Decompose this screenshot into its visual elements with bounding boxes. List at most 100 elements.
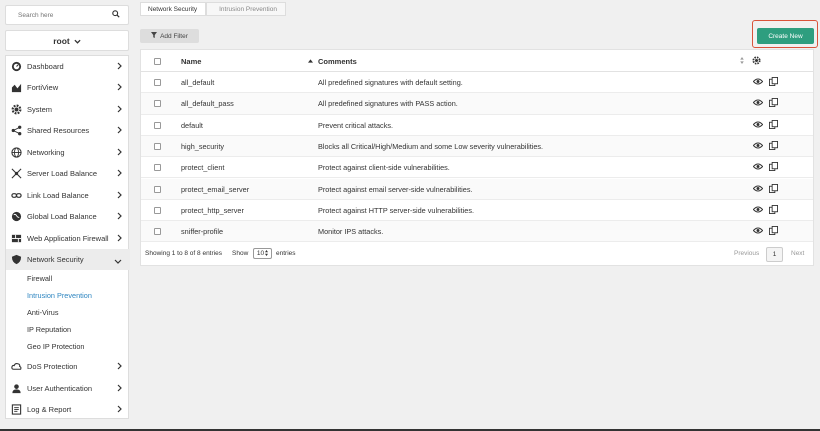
menu-item-global-load-balance[interactable]: Global Load Balance	[6, 206, 130, 227]
submenu-item-firewall[interactable]: Firewall	[6, 270, 130, 287]
submenu-item-geo-ip-protection[interactable]: Geo IP Protection	[6, 338, 130, 355]
clone-icon[interactable]	[769, 140, 778, 152]
view-icon[interactable]	[752, 121, 764, 130]
column-header-comments[interactable]: Comments	[318, 57, 357, 66]
chevron-updown-icon	[265, 249, 269, 258]
select-all-checkbox[interactable]	[154, 58, 161, 65]
row-name: default	[181, 120, 203, 130]
menu-item-link-load-balance[interactable]: Link Load Balance	[6, 185, 130, 206]
row-name: protect_client	[181, 163, 225, 173]
view-icon[interactable]	[752, 206, 764, 215]
menu-item-label: User Authentication	[27, 383, 93, 393]
menu-item-system[interactable]: System	[6, 99, 130, 120]
table-row[interactable]: all_default_pass All predefined signature…	[141, 93, 813, 115]
submenu-item-ip-reputation[interactable]: IP Reputation	[6, 321, 130, 338]
profiles-table: Name Comments all_default All predefined …	[140, 49, 814, 266]
view-icon[interactable]	[752, 142, 764, 151]
clone-icon[interactable]	[769, 204, 778, 216]
vdom-selector[interactable]: root	[5, 30, 129, 51]
table-row[interactable]: sniffer-profile Monitor IPS attacks.	[141, 221, 813, 243]
menu-item-label: Network Security	[27, 255, 84, 264]
gear-icon	[11, 104, 22, 115]
table-header: Name Comments	[141, 50, 813, 72]
previous-page-button[interactable]: Previous	[734, 250, 759, 257]
chevron-right-icon	[117, 148, 122, 158]
menu-item-user-authentication[interactable]: User Authentication	[6, 378, 130, 399]
row-checkbox[interactable]	[154, 121, 161, 129]
submenu-item-anti-virus[interactable]: Anti-Virus	[6, 304, 130, 321]
row-checkbox[interactable]	[154, 206, 161, 214]
row-name: all_default_pass	[181, 99, 234, 109]
menu-item-log-report[interactable]: Log & Report	[6, 399, 130, 420]
table-row[interactable]: protect_email_server Protect against emai…	[141, 178, 813, 200]
chevron-down-icon	[74, 36, 81, 46]
chevron-right-icon	[117, 405, 122, 415]
shield-icon	[11, 254, 22, 265]
menu-item-label: Networking	[27, 147, 65, 157]
page-1-button[interactable]: 1	[766, 247, 783, 262]
gear-icon[interactable]	[752, 56, 761, 67]
row-name: protect_http_server	[181, 205, 244, 215]
view-icon[interactable]	[752, 227, 764, 236]
row-comment: All predefined signatures with default s…	[318, 78, 463, 87]
cloud-icon	[11, 361, 22, 372]
clone-icon[interactable]	[769, 77, 778, 88]
search-input[interactable]	[18, 11, 98, 19]
view-icon[interactable]	[752, 78, 764, 87]
menu-item-label: Server Load Balance	[27, 169, 98, 178]
table-row[interactable]: protect_http_server Protect against HTTP …	[141, 200, 813, 222]
breadcrumb-label: Network Security	[148, 5, 198, 13]
row-checkbox[interactable]	[154, 164, 161, 172]
menu-item-server-load-balance[interactable]: Server Load Balance	[6, 163, 130, 184]
column-header-name[interactable]: Name	[181, 57, 201, 66]
menu-item-networking[interactable]: Networking	[6, 142, 130, 163]
menu-item-dashboard[interactable]: Dashboard	[6, 56, 130, 77]
search-icon[interactable]	[112, 10, 120, 20]
row-comment: Protect against client-side vulnerabilit…	[318, 163, 450, 173]
menu-item-web-application-firewall[interactable]: Web Application Firewall	[6, 228, 130, 249]
row-comment: Prevent critical attacks.	[318, 120, 394, 130]
clone-icon[interactable]	[769, 119, 778, 131]
row-checkbox[interactable]	[154, 79, 161, 86]
menu-item-label: DoS Protection	[27, 362, 78, 371]
menu-item-label: Log & Report	[27, 405, 72, 414]
row-checkbox[interactable]	[154, 100, 161, 108]
create-new-button[interactable]: Create New	[757, 28, 814, 44]
chevron-right-icon	[117, 126, 122, 136]
view-icon[interactable]	[752, 99, 764, 108]
page-size-select[interactable]: 10	[253, 248, 272, 259]
table-row[interactable]: default Prevent critical attacks.	[141, 115, 813, 136]
breadcrumb-item-network-security[interactable]: Network Security	[140, 2, 207, 16]
submenu-label: Firewall	[27, 274, 53, 283]
submenu-item-intrusion-prevention[interactable]: Intrusion Prevention	[6, 287, 130, 304]
breadcrumb: Network Security Intrusion Prevention	[140, 2, 286, 16]
sort-asc-icon[interactable]	[308, 56, 313, 65]
add-filter-button[interactable]: Add Filter	[140, 29, 199, 43]
clone-icon[interactable]	[769, 98, 778, 109]
menu-item-network-security[interactable]: Network Security	[6, 249, 130, 270]
search-box[interactable]	[5, 5, 129, 25]
menu-item-shared-resources[interactable]: Shared Resources	[6, 120, 130, 141]
chevron-right-icon	[117, 169, 122, 179]
submenu-label: Intrusion Prevention	[27, 291, 92, 300]
next-page-button[interactable]: Next	[791, 250, 804, 257]
row-checkbox[interactable]	[154, 185, 161, 193]
view-icon[interactable]	[752, 185, 764, 194]
row-name: sniffer-profile	[181, 227, 224, 237]
page-number: 1	[772, 251, 777, 258]
clone-icon[interactable]	[769, 226, 778, 237]
clone-icon[interactable]	[769, 183, 778, 195]
clone-icon[interactable]	[769, 162, 778, 173]
sort-both-icon[interactable]	[740, 57, 744, 66]
link-icon	[11, 190, 22, 201]
table-row[interactable]: protect_client Protect against client-sid…	[141, 157, 813, 179]
row-checkbox[interactable]	[154, 142, 161, 150]
show-label: Show	[232, 250, 249, 257]
row-name: protect_email_server	[181, 184, 250, 194]
table-row[interactable]: all_default All predefined signatures wit…	[141, 72, 813, 94]
view-icon[interactable]	[752, 163, 764, 172]
menu-item-fortiview[interactable]: FortiView	[6, 77, 130, 98]
menu-item-dos-protection[interactable]: DoS Protection	[6, 356, 130, 377]
table-row[interactable]: high_security Blocks all Critical/High/Me…	[141, 135, 813, 158]
row-checkbox[interactable]	[154, 228, 161, 236]
